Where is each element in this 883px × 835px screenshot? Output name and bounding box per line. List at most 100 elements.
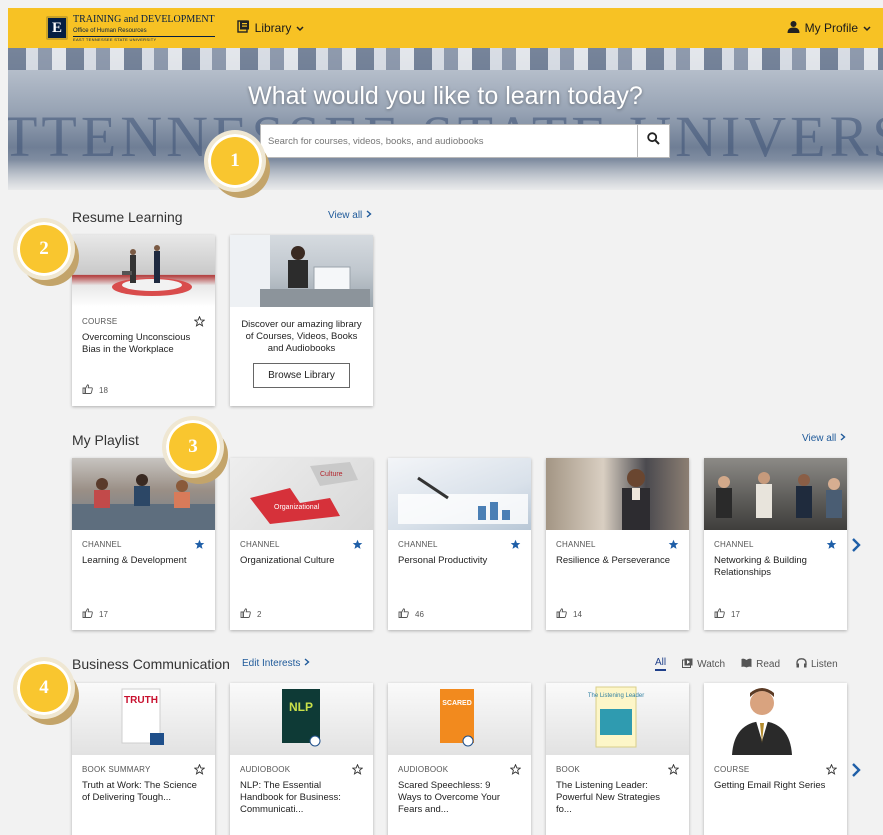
- like-count: 2: [257, 609, 262, 619]
- business-card[interactable]: TRUTH BOOK SUMMARY Truth at Work: The Sc…: [72, 683, 215, 835]
- like-count: 17: [731, 609, 740, 619]
- filter-label: Watch: [697, 658, 726, 670]
- favorite-star-filled-icon[interactable]: [194, 537, 205, 555]
- chevron-right-icon: [304, 658, 310, 669]
- thumbs-up-icon: [398, 608, 409, 620]
- playlist-next-arrow-icon[interactable]: [851, 537, 861, 558]
- step-marker-1: 1: [208, 134, 270, 198]
- card-type-label: BOOK: [556, 765, 580, 774]
- favorite-star-icon[interactable]: [193, 314, 206, 332]
- card-title: Overcoming Unconscious Bias in the Workp…: [82, 332, 191, 355]
- edit-interests-link[interactable]: Edit Interests: [242, 658, 310, 669]
- card-type-label: AUDIOBOOK: [398, 765, 449, 774]
- filter-watch-tab[interactable]: Watch: [682, 657, 725, 671]
- card-type-label: CHANNEL: [82, 540, 122, 549]
- card-type-label: CHANNEL: [556, 540, 596, 549]
- filter-listen-tab[interactable]: Listen: [796, 657, 838, 671]
- chevron-down-icon: [863, 21, 871, 35]
- edit-interests-label: Edit Interests: [242, 658, 301, 669]
- video-icon: [682, 658, 693, 671]
- library-menu-button[interactable]: Library: [236, 20, 305, 36]
- card-type-label: CHANNEL: [714, 540, 754, 549]
- cover-title: SCARED: [442, 700, 472, 707]
- business-next-arrow-icon[interactable]: [851, 762, 861, 783]
- my-profile-label: My Profile: [804, 21, 858, 35]
- playlist-card[interactable]: CHANNEL Resilience & Perseverance 14: [546, 458, 689, 630]
- organizational-word: Organizational: [274, 504, 320, 511]
- like-count: 14: [573, 609, 582, 619]
- book-icon: [741, 658, 752, 671]
- business-communication-title: Business Communication: [72, 656, 230, 672]
- step-marker-3: 3: [166, 420, 228, 484]
- cover-title: NLP: [289, 700, 313, 714]
- playlist-card[interactable]: Culture Organizational CHANNEL Organizat…: [230, 458, 373, 630]
- channel-thumbnail: Culture Organizational: [230, 458, 373, 530]
- filter-read-tab[interactable]: Read: [741, 657, 780, 671]
- favorite-star-icon[interactable]: [825, 762, 838, 780]
- filter-label: Read: [756, 658, 780, 670]
- favorite-star-icon[interactable]: [351, 762, 364, 780]
- playlist-card[interactable]: CHANNEL Personal Productivity 46: [388, 458, 531, 630]
- promo-thumbnail: [230, 235, 373, 307]
- my-profile-menu-button[interactable]: My Profile: [787, 20, 871, 36]
- like-counter[interactable]: 14: [556, 608, 582, 620]
- resume-view-all-link[interactable]: View all: [328, 210, 372, 221]
- search-input[interactable]: [261, 125, 637, 157]
- my-playlist-title: My Playlist: [72, 432, 139, 448]
- user-icon: [787, 20, 800, 36]
- favorite-star-icon[interactable]: [667, 762, 680, 780]
- like-counter[interactable]: 17: [82, 608, 108, 620]
- thumbs-up-icon: [714, 608, 725, 620]
- filter-label: Listen: [811, 658, 838, 670]
- card-type-label: COURSE: [714, 765, 750, 774]
- like-counter[interactable]: 2: [240, 608, 261, 620]
- business-card[interactable]: NLP AUDIOBOOK NLP: The Essential Handboo…: [230, 683, 373, 835]
- resume-course-card[interactable]: COURSE Overcoming Unconscious Bias in th…: [72, 235, 215, 406]
- chevron-down-icon: [296, 21, 304, 35]
- business-card[interactable]: The Listening Leader BOOK The Listening …: [546, 683, 689, 835]
- favorite-star-filled-icon[interactable]: [510, 537, 521, 555]
- channel-thumbnail: [704, 458, 847, 530]
- favorite-star-filled-icon[interactable]: [668, 537, 679, 555]
- card-title: Scared Speechless: 9 Ways to Overcome Yo…: [398, 780, 501, 815]
- filter-all-tab[interactable]: All: [655, 657, 667, 671]
- like-counter[interactable]: 46: [398, 608, 424, 620]
- like-counter[interactable]: 18: [82, 384, 108, 396]
- media-filter-tabs: All Watch Read Listen: [655, 657, 838, 671]
- like-counter[interactable]: 17: [714, 608, 740, 620]
- card-title: Networking & Building Relationships: [714, 555, 807, 578]
- chevron-right-icon: [366, 210, 372, 221]
- card-title: Organizational Culture: [240, 555, 335, 566]
- training-development-logo[interactable]: E TRAINING and DEVELOPMENT Office of Hum…: [46, 14, 215, 42]
- culture-word: Culture: [320, 471, 343, 478]
- playlist-view-all-link[interactable]: View all: [802, 433, 846, 444]
- top-navigation-bar: E TRAINING and DEVELOPMENT Office of Hum…: [8, 8, 883, 48]
- filter-label: All: [655, 657, 667, 668]
- favorite-star-filled-icon[interactable]: [352, 537, 363, 555]
- card-title: Getting Email Right Series: [714, 780, 826, 791]
- playlist-card[interactable]: CHANNEL Learning & Development 17: [72, 458, 215, 630]
- library-menu-label: Library: [254, 21, 292, 35]
- view-all-label: View all: [328, 210, 363, 221]
- search-button[interactable]: [637, 125, 669, 157]
- like-count: 17: [99, 609, 108, 619]
- course-thumbnail: [704, 683, 847, 755]
- step-marker-4: 4: [17, 661, 79, 725]
- playlist-card[interactable]: CHANNEL Networking & Building Relationsh…: [704, 458, 847, 630]
- search-bar: [260, 124, 670, 158]
- favorite-star-icon[interactable]: [509, 762, 522, 780]
- book-cover-thumbnail: NLP: [230, 683, 373, 755]
- chevron-right-icon: [840, 433, 846, 444]
- business-card[interactable]: COURSE Getting Email Right Series: [704, 683, 847, 835]
- step-marker-2: 2: [17, 222, 79, 286]
- card-type-label: BOOK SUMMARY: [82, 765, 151, 774]
- business-card[interactable]: SCARED AUDIOBOOK Scared Speechless: 9 Wa…: [388, 683, 531, 835]
- browse-library-button[interactable]: Browse Library: [253, 363, 350, 388]
- channel-thumbnail: [546, 458, 689, 530]
- card-title: NLP: The Essential Handbook for Business…: [240, 780, 341, 815]
- logo-badge: E: [46, 16, 68, 40]
- thumbs-up-icon: [240, 608, 251, 620]
- favorite-star-filled-icon[interactable]: [826, 537, 837, 555]
- favorite-star-icon[interactable]: [193, 762, 206, 780]
- thumbs-up-icon: [556, 608, 567, 620]
